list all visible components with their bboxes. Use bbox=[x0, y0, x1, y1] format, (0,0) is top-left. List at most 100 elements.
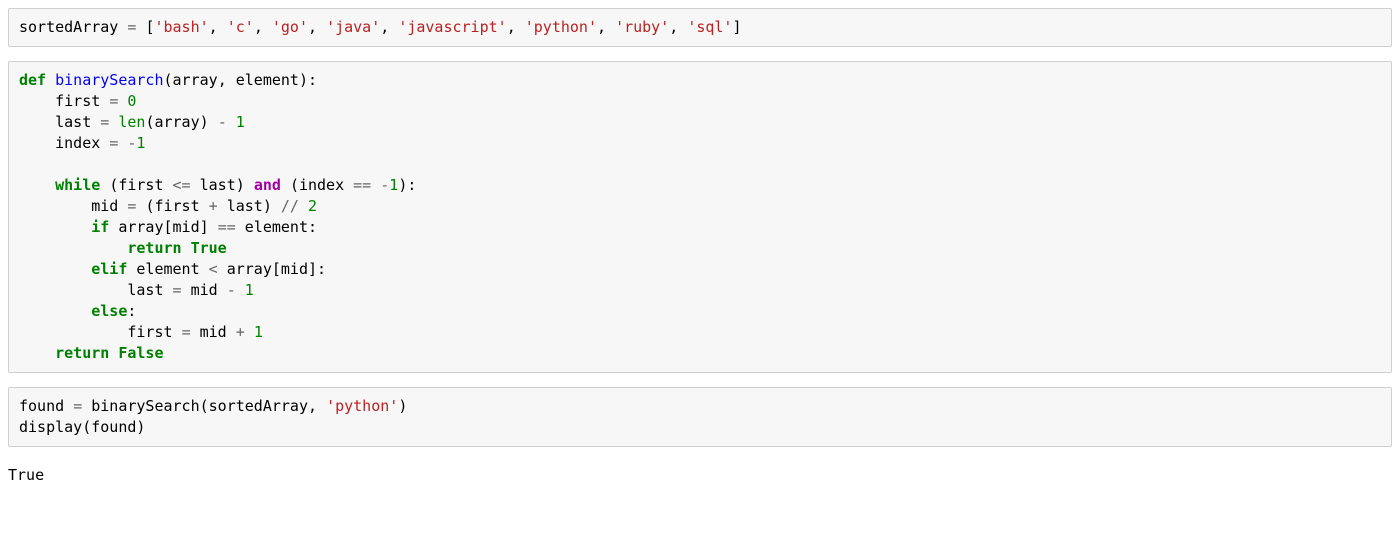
op-eqeq: == bbox=[218, 218, 236, 236]
num-1: 1 bbox=[254, 323, 263, 341]
kw-return: return bbox=[55, 344, 109, 362]
str-sql: 'sql' bbox=[687, 18, 732, 36]
call-display: display bbox=[19, 418, 82, 436]
var-index: index bbox=[55, 134, 100, 152]
arg-found: found bbox=[91, 418, 136, 436]
paren-close: ) bbox=[236, 176, 245, 194]
output-cell: True bbox=[8, 461, 1392, 490]
var-first: first bbox=[55, 92, 100, 110]
kw-while: while bbox=[55, 176, 100, 194]
param-element: element bbox=[236, 71, 299, 89]
const-false: False bbox=[118, 344, 163, 362]
op-assign: = bbox=[109, 134, 118, 152]
str-go: 'go' bbox=[272, 18, 308, 36]
var-last: last bbox=[127, 281, 163, 299]
comma: , bbox=[218, 71, 227, 89]
str-bash: 'bash' bbox=[154, 18, 208, 36]
var-element: element bbox=[136, 260, 199, 278]
str-ruby: 'ruby' bbox=[615, 18, 669, 36]
op-assign: = bbox=[109, 92, 118, 110]
op-le: <= bbox=[173, 176, 191, 194]
str-javascript: 'javascript' bbox=[398, 18, 506, 36]
colon: : bbox=[407, 176, 416, 194]
op-assign: = bbox=[73, 397, 82, 415]
var-mid: mid bbox=[281, 260, 308, 278]
var-mid: mid bbox=[173, 218, 200, 236]
code-cell-2[interactable]: def binarySearch(array, element): first … bbox=[8, 61, 1392, 373]
var-first: first bbox=[127, 323, 172, 341]
paren-close: ) bbox=[398, 397, 407, 415]
op-plus: + bbox=[209, 197, 218, 215]
op-lt: < bbox=[209, 260, 218, 278]
op-assign: = bbox=[182, 323, 191, 341]
bracket-open: [ bbox=[272, 260, 281, 278]
kw-def: def bbox=[19, 71, 46, 89]
colon: : bbox=[308, 218, 317, 236]
comma: , bbox=[507, 18, 516, 36]
comma: , bbox=[308, 397, 317, 415]
var-array: array bbox=[154, 113, 199, 131]
param-array: array bbox=[173, 71, 218, 89]
op-assign: = bbox=[127, 18, 136, 36]
fn-binarySearch: binarySearch bbox=[55, 71, 163, 89]
str-c: 'c' bbox=[227, 18, 254, 36]
op-assign: = bbox=[100, 113, 109, 131]
comma: , bbox=[669, 18, 678, 36]
colon: : bbox=[308, 71, 317, 89]
comma: , bbox=[209, 18, 218, 36]
kw-return: return bbox=[127, 239, 181, 257]
op-plus: + bbox=[236, 323, 245, 341]
comma: , bbox=[254, 18, 263, 36]
var-first: first bbox=[154, 197, 199, 215]
var-sortedArray: sortedArray bbox=[19, 18, 118, 36]
num-1: 1 bbox=[389, 176, 398, 194]
str-java: 'java' bbox=[326, 18, 380, 36]
var-index: index bbox=[299, 176, 344, 194]
op-assign: = bbox=[173, 281, 182, 299]
op-minus: - bbox=[218, 113, 227, 131]
colon: : bbox=[317, 260, 326, 278]
colon: : bbox=[127, 302, 136, 320]
var-mid: mid bbox=[200, 323, 227, 341]
paren-close: ) bbox=[136, 418, 145, 436]
kw-if: if bbox=[91, 218, 109, 236]
paren-close: ) bbox=[263, 197, 272, 215]
paren-close: ) bbox=[398, 176, 407, 194]
var-found: found bbox=[19, 397, 64, 415]
const-true: True bbox=[191, 239, 227, 257]
num-1: 1 bbox=[245, 281, 254, 299]
var-last: last bbox=[200, 176, 236, 194]
kw-and: and bbox=[254, 176, 281, 194]
comma: , bbox=[380, 18, 389, 36]
kw-elif: elif bbox=[91, 260, 127, 278]
num-2: 2 bbox=[308, 197, 317, 215]
paren-open: ( bbox=[200, 397, 209, 415]
paren-close: ) bbox=[299, 71, 308, 89]
op-neg: - bbox=[380, 176, 389, 194]
call-binarySearch: binarySearch bbox=[91, 397, 199, 415]
kw-else: else bbox=[91, 302, 127, 320]
bracket-close: ] bbox=[200, 218, 209, 236]
arg-sortedArray: sortedArray bbox=[209, 397, 308, 415]
comma: , bbox=[597, 18, 606, 36]
var-last: last bbox=[227, 197, 263, 215]
paren-open: ( bbox=[82, 418, 91, 436]
op-minus: - bbox=[227, 281, 236, 299]
code-cell-3[interactable]: found = binarySearch(sortedArray, 'pytho… bbox=[8, 387, 1392, 447]
num-1: 1 bbox=[136, 134, 145, 152]
op-floordiv: // bbox=[281, 197, 299, 215]
paren-open: ( bbox=[290, 176, 299, 194]
num-0: 0 bbox=[127, 92, 136, 110]
paren-close: ) bbox=[200, 113, 209, 131]
num-1: 1 bbox=[236, 113, 245, 131]
var-element: element bbox=[245, 218, 308, 236]
str-python: 'python' bbox=[525, 18, 597, 36]
bracket-close: ] bbox=[732, 18, 741, 36]
paren-open: ( bbox=[164, 71, 173, 89]
op-eqeq: == bbox=[353, 176, 371, 194]
var-array: array bbox=[118, 218, 163, 236]
bracket-open: [ bbox=[164, 218, 173, 236]
code-cell-1[interactable]: sortedArray = ['bash', 'c', 'go', 'java'… bbox=[8, 8, 1392, 47]
op-assign: = bbox=[127, 197, 136, 215]
var-array: array bbox=[227, 260, 272, 278]
